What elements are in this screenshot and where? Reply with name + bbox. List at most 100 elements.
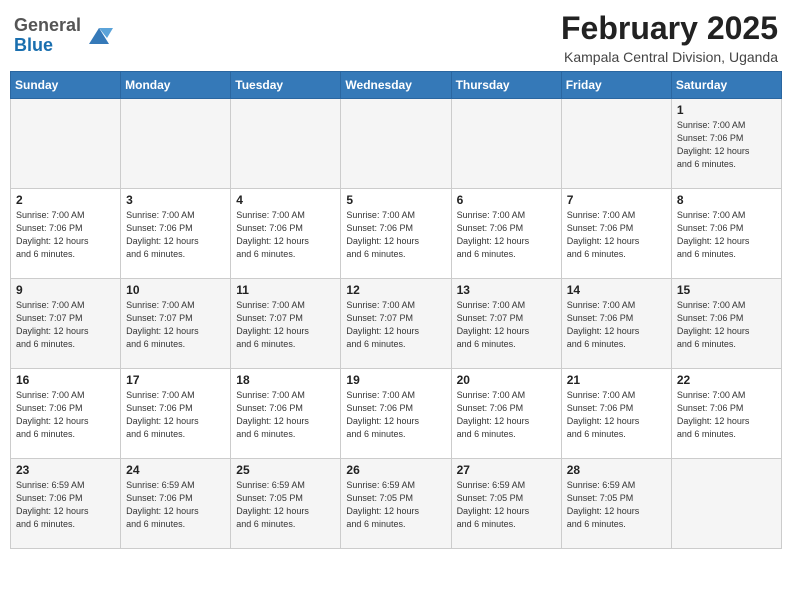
day-info: Sunrise: 7:00 AM Sunset: 7:07 PM Dayligh… [126,299,225,351]
calendar-day-cell [341,99,451,189]
calendar-day-cell: 19 Sunrise: 7:00 AM Sunset: 7:06 PM Dayli… [341,369,451,459]
day-info: Sunrise: 6:59 AM Sunset: 7:06 PM Dayligh… [16,479,115,531]
day-info: Sunrise: 7:00 AM Sunset: 7:07 PM Dayligh… [16,299,115,351]
day-number: 5 [346,193,445,207]
day-number: 6 [457,193,556,207]
day-info: Sunrise: 7:00 AM Sunset: 7:06 PM Dayligh… [567,389,666,441]
calendar-day-cell: 7 Sunrise: 7:00 AM Sunset: 7:06 PM Daylig… [561,189,671,279]
weekday-header-tuesday: Tuesday [231,72,341,99]
day-number: 21 [567,373,666,387]
day-info: Sunrise: 7:00 AM Sunset: 7:06 PM Dayligh… [677,389,776,441]
day-info: Sunrise: 7:00 AM Sunset: 7:07 PM Dayligh… [346,299,445,351]
day-number: 2 [16,193,115,207]
calendar-day-cell [451,99,561,189]
day-info: Sunrise: 7:00 AM Sunset: 7:06 PM Dayligh… [16,389,115,441]
calendar-table: SundayMondayTuesdayWednesdayThursdayFrid… [10,71,782,549]
weekday-header-wednesday: Wednesday [341,72,451,99]
calendar-day-cell: 5 Sunrise: 7:00 AM Sunset: 7:06 PM Daylig… [341,189,451,279]
calendar-day-cell: 13 Sunrise: 7:00 AM Sunset: 7:07 PM Dayli… [451,279,561,369]
calendar-day-cell: 14 Sunrise: 7:00 AM Sunset: 7:06 PM Dayli… [561,279,671,369]
day-info: Sunrise: 7:00 AM Sunset: 7:06 PM Dayligh… [236,389,335,441]
day-info: Sunrise: 7:00 AM Sunset: 7:07 PM Dayligh… [457,299,556,351]
day-number: 10 [126,283,225,297]
day-info: Sunrise: 7:00 AM Sunset: 7:06 PM Dayligh… [567,209,666,261]
day-number: 17 [126,373,225,387]
day-info: Sunrise: 7:00 AM Sunset: 7:06 PM Dayligh… [236,209,335,261]
day-info: Sunrise: 6:59 AM Sunset: 7:05 PM Dayligh… [567,479,666,531]
day-number: 11 [236,283,335,297]
calendar-day-cell [561,99,671,189]
day-number: 20 [457,373,556,387]
day-number: 24 [126,463,225,477]
calendar-day-cell: 17 Sunrise: 7:00 AM Sunset: 7:06 PM Dayli… [121,369,231,459]
day-info: Sunrise: 7:00 AM Sunset: 7:06 PM Dayligh… [16,209,115,261]
calendar-day-cell: 15Sunrise: 7:00 AM Sunset: 7:06 PM Dayli… [671,279,781,369]
calendar-day-cell: 27 Sunrise: 6:59 AM Sunset: 7:05 PM Dayli… [451,459,561,549]
day-number: 4 [236,193,335,207]
calendar-day-cell: 24 Sunrise: 6:59 AM Sunset: 7:06 PM Dayli… [121,459,231,549]
day-number: 22 [677,373,776,387]
weekday-header-thursday: Thursday [451,72,561,99]
calendar-day-cell: 8 Sunrise: 7:00 AM Sunset: 7:06 PM Daylig… [671,189,781,279]
logo-text: General Blue [14,16,81,56]
weekday-header-row: SundayMondayTuesdayWednesdayThursdayFrid… [11,72,782,99]
calendar-day-cell: 18 Sunrise: 7:00 AM Sunset: 7:06 PM Dayli… [231,369,341,459]
day-number: 18 [236,373,335,387]
day-number: 7 [567,193,666,207]
calendar-day-cell [671,459,781,549]
day-number: 27 [457,463,556,477]
day-info: Sunrise: 6:59 AM Sunset: 7:05 PM Dayligh… [457,479,556,531]
day-info: Sunrise: 7:00 AM Sunset: 7:06 PM Dayligh… [457,389,556,441]
calendar-day-cell [231,99,341,189]
calendar-day-cell: 10 Sunrise: 7:00 AM Sunset: 7:07 PM Dayli… [121,279,231,369]
calendar-day-cell: 1Sunrise: 7:00 AM Sunset: 7:06 PM Daylig… [671,99,781,189]
day-info: Sunrise: 6:59 AM Sunset: 7:05 PM Dayligh… [346,479,445,531]
calendar-day-cell: 9 Sunrise: 7:00 AM Sunset: 7:07 PM Daylig… [11,279,121,369]
day-info: Sunrise: 7:00 AM Sunset: 7:06 PM Dayligh… [346,209,445,261]
day-number: 13 [457,283,556,297]
calendar-day-cell: 6 Sunrise: 7:00 AM Sunset: 7:06 PM Daylig… [451,189,561,279]
day-info: Sunrise: 6:59 AM Sunset: 7:05 PM Dayligh… [236,479,335,531]
calendar-day-cell: 28 Sunrise: 6:59 AM Sunset: 7:05 PM Dayli… [561,459,671,549]
day-number: 23 [16,463,115,477]
calendar-day-cell [11,99,121,189]
calendar-day-cell [121,99,231,189]
day-info: Sunrise: 7:00 AM Sunset: 7:06 PM Dayligh… [346,389,445,441]
calendar-day-cell: 22 Sunrise: 7:00 AM Sunset: 7:06 PM Dayli… [671,369,781,459]
calendar-week-4: 16 Sunrise: 7:00 AM Sunset: 7:06 PM Dayli… [11,369,782,459]
logo-blue: Blue [14,36,81,56]
calendar-week-2: 2 Sunrise: 7:00 AM Sunset: 7:06 PM Daylig… [11,189,782,279]
day-number: 25 [236,463,335,477]
calendar-day-cell: 21 Sunrise: 7:00 AM Sunset: 7:06 PM Dayli… [561,369,671,459]
weekday-header-sunday: Sunday [11,72,121,99]
day-info: Sunrise: 6:59 AM Sunset: 7:06 PM Dayligh… [126,479,225,531]
day-info: Sunrise: 7:00 AM Sunset: 7:07 PM Dayligh… [236,299,335,351]
logo-general: General [14,16,81,36]
day-number: 14 [567,283,666,297]
day-number: 16 [16,373,115,387]
day-info: Sunrise: 7:00 AM Sunset: 7:06 PM Dayligh… [126,389,225,441]
logo-icon [85,20,113,48]
day-number: 9 [16,283,115,297]
day-number: 28 [567,463,666,477]
logo: General Blue [14,16,113,56]
day-info: Sunrise: 7:00 AM Sunset: 7:06 PM Dayligh… [677,299,776,351]
calendar-day-cell: 2 Sunrise: 7:00 AM Sunset: 7:06 PM Daylig… [11,189,121,279]
calendar-day-cell: 11 Sunrise: 7:00 AM Sunset: 7:07 PM Dayli… [231,279,341,369]
day-info: Sunrise: 7:00 AM Sunset: 7:06 PM Dayligh… [457,209,556,261]
calendar-day-cell: 3Sunrise: 7:00 AM Sunset: 7:06 PM Daylig… [121,189,231,279]
weekday-header-monday: Monday [121,72,231,99]
day-number: 19 [346,373,445,387]
title-block: February 2025 Kampala Central Division, … [561,10,778,65]
calendar-day-cell: 23 Sunrise: 6:59 AM Sunset: 7:06 PM Dayli… [11,459,121,549]
day-info: Sunrise: 7:00 AM Sunset: 7:06 PM Dayligh… [677,119,776,171]
month-title: February 2025 [561,10,778,47]
day-number: 26 [346,463,445,477]
calendar-week-3: 9 Sunrise: 7:00 AM Sunset: 7:07 PM Daylig… [11,279,782,369]
day-number: 8 [677,193,776,207]
day-info: Sunrise: 7:00 AM Sunset: 7:06 PM Dayligh… [677,209,776,261]
weekday-header-friday: Friday [561,72,671,99]
calendar-day-cell: 20 Sunrise: 7:00 AM Sunset: 7:06 PM Dayli… [451,369,561,459]
calendar-week-1: 1Sunrise: 7:00 AM Sunset: 7:06 PM Daylig… [11,99,782,189]
day-info: Sunrise: 7:00 AM Sunset: 7:06 PM Dayligh… [567,299,666,351]
